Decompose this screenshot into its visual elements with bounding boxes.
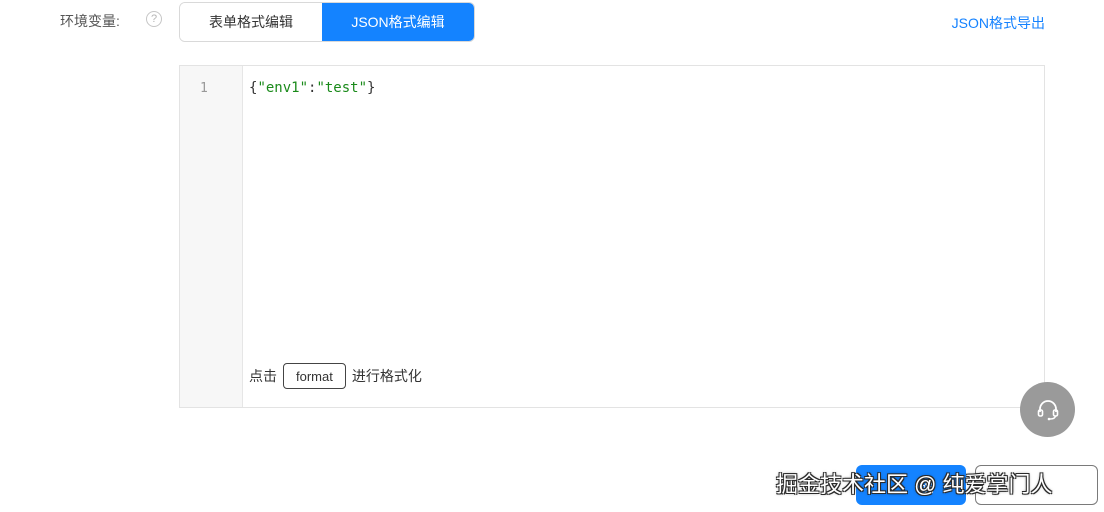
- code-close-brace: }: [367, 80, 376, 96]
- format-button[interactable]: format: [283, 363, 346, 389]
- format-hint-suffix: 进行格式化: [351, 368, 422, 384]
- edit-mode-switch: 表单格式编辑 JSON格式编辑: [179, 2, 475, 42]
- question-circle-icon[interactable]: ?: [146, 11, 162, 27]
- tab-json-edit[interactable]: JSON格式编辑: [322, 3, 474, 41]
- json-editor[interactable]: 1 {"env1":"test"} 点击 format 进行格式化: [179, 65, 1045, 408]
- env-variables-label: 环境变量:: [60, 13, 120, 29]
- code-value: "test": [316, 80, 368, 96]
- customer-support-button[interactable]: [1020, 382, 1075, 437]
- code-line[interactable]: {"env1":"test"}: [249, 80, 375, 96]
- json-export-link[interactable]: JSON格式导出: [952, 13, 1045, 33]
- format-hint-prefix: 点击: [249, 368, 277, 384]
- headset-icon: [1037, 399, 1058, 420]
- line-number-gutter: 1: [180, 66, 243, 407]
- line-number: 1: [200, 81, 208, 96]
- code-key: "env1": [257, 80, 309, 96]
- tab-form-edit[interactable]: 表单格式编辑: [180, 3, 322, 41]
- format-hint: 点击 format 进行格式化: [249, 363, 422, 389]
- env-variables-form: 环境变量: ? 表单格式编辑 JSON格式编辑 JSON格式导出 1 {"env…: [0, 0, 1104, 512]
- watermark: 掘金技术社区 @ 纯爱掌门人: [776, 472, 1053, 497]
